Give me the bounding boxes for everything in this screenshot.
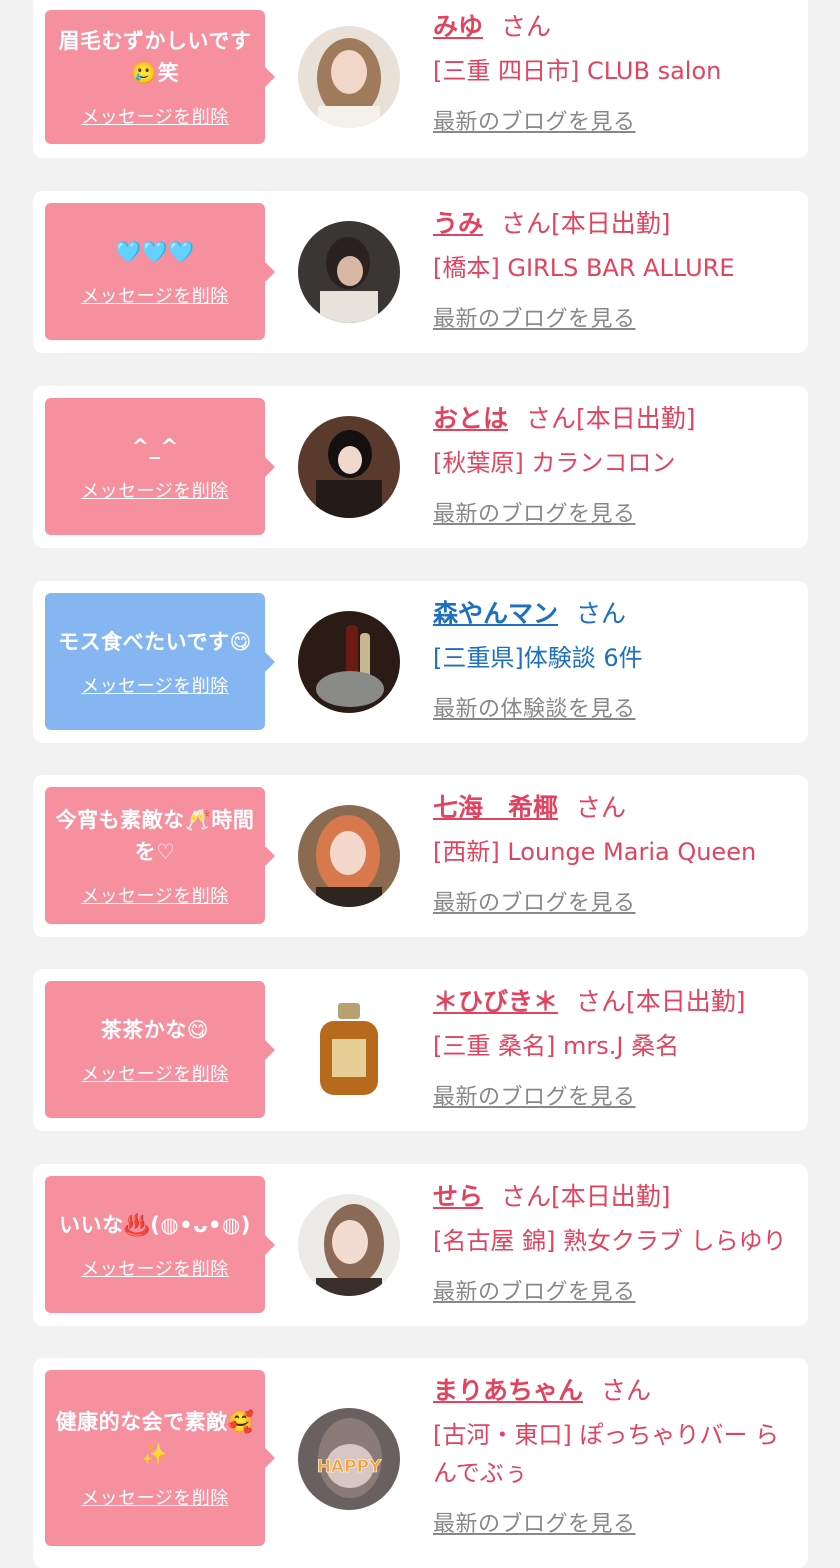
sender-info: 森やんマン さん [三重県]体験談 6件 最新の体験談を見る <box>433 597 798 723</box>
shop-name: [三重 四日市] CLUB salon <box>433 57 722 85</box>
message-text: 🩵🩵🩵 <box>115 239 195 264</box>
sender-name-link[interactable]: まりあちゃん <box>433 1376 583 1405</box>
message-card: 眉毛むずかしいです🥲笑 メッセージを削除 みゆ さん [三重 四日市] CLUB … <box>33 0 808 158</box>
delete-message-link[interactable]: メッセージを削除 <box>81 672 229 698</box>
bottle-photo-icon <box>298 611 400 713</box>
review-count: [三重県]体験談 6件 <box>433 644 643 672</box>
delete-message-link[interactable]: メッセージを削除 <box>81 103 229 129</box>
sender-info: まりあちゃん さん [古河・東口] ぽっちゃりバー らんでぶぅ 最新のブログを見る <box>433 1374 798 1538</box>
shop-name: [古河・東口] ぽっちゃりバー らんでぶぅ <box>433 1421 779 1487</box>
message-bubble: 健康的な会で素敵🥰✨ メッセージを削除 <box>45 1370 275 1546</box>
avatar[interactable] <box>298 26 400 128</box>
profile-photo-icon <box>298 416 400 518</box>
honorific: さん <box>526 404 577 433</box>
profile-photo-icon: HAPPY <box>298 1408 400 1510</box>
latest-blog-link[interactable]: 最新のブログを見る <box>433 104 798 136</box>
shop-name: [三重 桑名] mrs.J 桑名 <box>433 1032 680 1060</box>
latest-review-link[interactable]: 最新の体験談を見る <box>433 691 798 723</box>
honorific: さん <box>576 599 627 628</box>
message-bubble: モス食べたいです😋 メッセージを削除 <box>45 593 275 730</box>
honorific: さん <box>576 793 627 822</box>
message-card: 🩵🩵🩵 メッセージを削除 うみ さん[本日出勤] [橋本] GIRLS BAR A… <box>33 191 808 353</box>
message-bubble: 今宵も素敵な🥂時間を♡ メッセージを削除 <box>45 787 275 924</box>
sender-name-link[interactable]: みゆ <box>433 12 483 41</box>
message-text: ^_^ <box>131 434 179 459</box>
latest-blog-link[interactable]: 最新のブログを見る <box>433 1079 798 1111</box>
message-card: いいな♨️(◍•ᴗ•◍) メッセージを削除 せら さん[本日出勤] [名古屋 錦]… <box>33 1164 808 1326</box>
sender-info: せら さん[本日出勤] [名古屋 錦] 熟女クラブ しらゆり 最新のブログを見る <box>433 1180 798 1306</box>
sender-info: おとは さん[本日出勤] [秋葉原] カランコロン 最新のブログを見る <box>433 402 798 528</box>
message-bubble: 🩵🩵🩵 メッセージを削除 <box>45 203 275 340</box>
message-text: 茶茶かな😋 <box>100 1017 210 1042</box>
message-text: 健康的な会で素敵🥰✨ <box>55 1410 255 1466</box>
message-text: いいな♨️(◍•ᴗ•◍) <box>59 1212 251 1237</box>
avatar[interactable] <box>298 416 400 518</box>
sender-name-link[interactable]: 森やんマン <box>433 599 558 628</box>
sender-info: うみ さん[本日出勤] [橋本] GIRLS BAR ALLURE 最新のブログを… <box>433 207 798 333</box>
avatar[interactable] <box>298 1194 400 1296</box>
avatar[interactable] <box>298 805 400 907</box>
delete-message-link[interactable]: メッセージを削除 <box>81 1255 229 1281</box>
delete-message-link[interactable]: メッセージを削除 <box>81 477 229 503</box>
honorific: さん <box>576 987 627 1016</box>
message-list: 眉毛むずかしいです🥲笑 メッセージを削除 みゆ さん [三重 四日市] CLUB … <box>0 0 840 1568</box>
sender-info: みゆ さん [三重 四日市] CLUB salon 最新のブログを見る <box>433 10 798 136</box>
honorific: さん <box>501 12 552 41</box>
delete-message-link[interactable]: メッセージを削除 <box>81 882 229 908</box>
message-card: モス食べたいです😋 メッセージを削除 森やんマン さん [三重県]体験談 6件 最… <box>33 581 808 743</box>
latest-blog-link[interactable]: 最新のブログを見る <box>433 885 798 917</box>
message-bubble: 茶茶かな😋 メッセージを削除 <box>45 981 275 1118</box>
sender-name-link[interactable]: せら <box>433 1182 483 1211</box>
sender-name-link[interactable]: うみ <box>433 209 483 238</box>
delete-message-link[interactable]: メッセージを削除 <box>81 282 229 308</box>
profile-photo-icon <box>298 221 400 323</box>
sender-name-link[interactable]: 七海 希椰 <box>433 793 558 822</box>
latest-blog-link[interactable]: 最新のブログを見る <box>433 1506 798 1538</box>
attendance-status: [本日出勤] <box>576 404 696 433</box>
sender-info: 七海 希椰 さん [西新] Lounge Maria Queen 最新のブログを見… <box>433 791 798 917</box>
message-bubble: 眉毛むずかしいです🥲笑 メッセージを削除 <box>45 10 275 144</box>
honorific: さん <box>501 1182 552 1211</box>
latest-blog-link[interactable]: 最新のブログを見る <box>433 301 798 333</box>
message-card: 健康的な会で素敵🥰✨ メッセージを削除 HAPPY まりあちゃん さん [古河・東… <box>33 1358 808 1568</box>
message-card: 今宵も素敵な🥂時間を♡ メッセージを削除 七海 希椰 さん [西新] Lounge… <box>33 775 808 937</box>
sender-name-link[interactable]: ＊ひびき＊ <box>433 987 558 1016</box>
message-text: モス食べたいです😋 <box>58 629 252 654</box>
whisky-bottle-icon <box>298 999 400 1101</box>
message-text: 眉毛むずかしいです🥲笑 <box>58 29 252 85</box>
honorific: さん <box>601 1376 652 1405</box>
avatar-sticker-text: HAPPY <box>317 1457 382 1477</box>
avatar[interactable] <box>298 221 400 323</box>
message-text: 今宵も素敵な🥂時間を♡ <box>55 807 255 864</box>
avatar[interactable] <box>298 999 400 1101</box>
profile-photo-icon <box>298 805 400 907</box>
profile-photo-icon <box>298 1194 400 1296</box>
message-card: 茶茶かな😋 メッセージを削除 ＊ひびき＊ さん[本日出勤] [三重 桑名] mrs… <box>33 969 808 1131</box>
latest-blog-link[interactable]: 最新のブログを見る <box>433 496 798 528</box>
delete-message-link[interactable]: メッセージを削除 <box>81 1060 229 1086</box>
sender-info: ＊ひびき＊ さん[本日出勤] [三重 桑名] mrs.J 桑名 最新のブログを見る <box>433 985 798 1111</box>
attendance-status: [本日出勤] <box>551 209 671 238</box>
shop-name: [秋葉原] カランコロン <box>433 449 676 477</box>
attendance-status: [本日出勤] <box>626 987 746 1016</box>
attendance-status: [本日出勤] <box>551 1182 671 1211</box>
message-bubble: いいな♨️(◍•ᴗ•◍) メッセージを削除 <box>45 1176 275 1313</box>
message-bubble: ^_^ メッセージを削除 <box>45 398 275 535</box>
shop-name: [名古屋 錦] 熟女クラブ しらゆり <box>433 1227 787 1255</box>
profile-photo-icon <box>298 26 400 128</box>
message-card: ^_^ メッセージを削除 おとは さん[本日出勤] [秋葉原] カランコロン 最新… <box>33 386 808 548</box>
latest-blog-link[interactable]: 最新のブログを見る <box>433 1274 798 1306</box>
shop-name: [西新] Lounge Maria Queen <box>433 838 757 866</box>
shop-name: [橋本] GIRLS BAR ALLURE <box>433 254 735 282</box>
avatar[interactable]: HAPPY <box>298 1408 400 1510</box>
avatar[interactable] <box>298 611 400 713</box>
honorific: さん <box>501 209 552 238</box>
delete-message-link[interactable]: メッセージを削除 <box>81 1484 229 1510</box>
sender-name-link[interactable]: おとは <box>433 404 508 433</box>
